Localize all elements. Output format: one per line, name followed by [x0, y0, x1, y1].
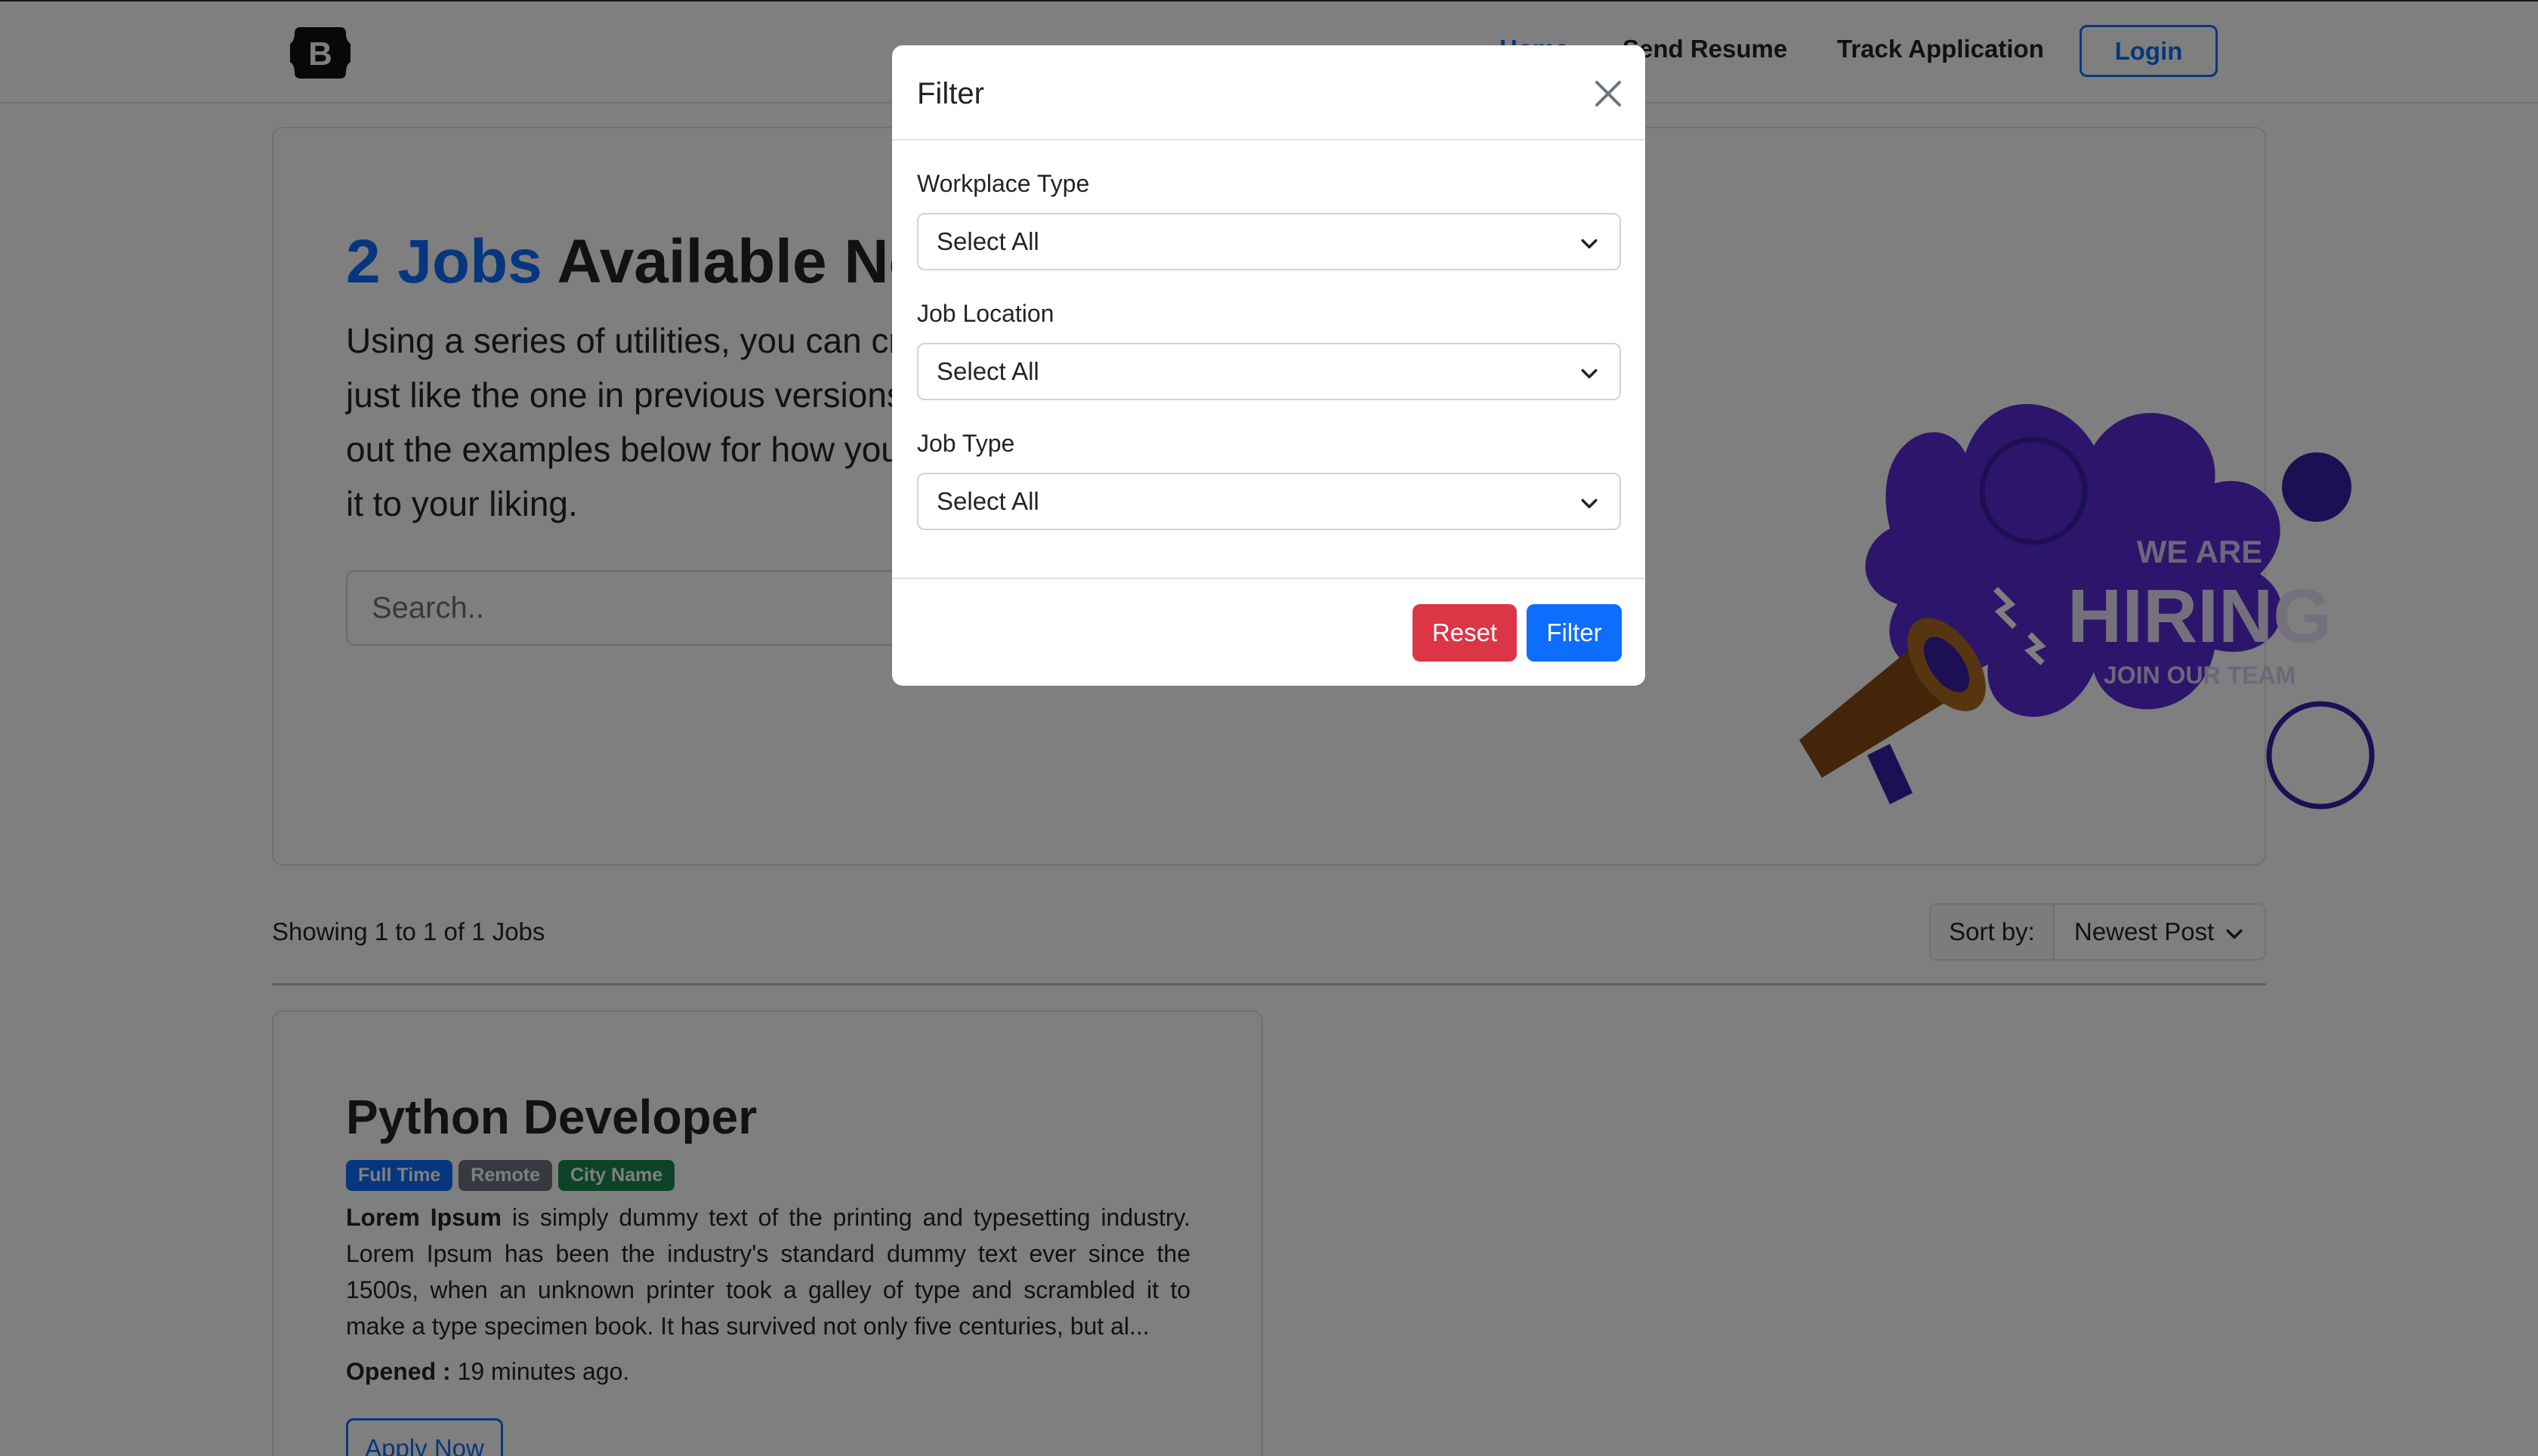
- close-button[interactable]: [1592, 77, 1625, 110]
- modal-footer: Reset Filter: [892, 578, 1645, 686]
- job-location-value: Select All: [937, 357, 1039, 385]
- job-location-select[interactable]: Select All: [917, 343, 1621, 400]
- modal-header: Filter: [892, 45, 1645, 140]
- chevron-down-icon: [1581, 498, 1598, 508]
- modal-title: Filter: [917, 77, 984, 110]
- chevron-down-icon: [1581, 239, 1598, 248]
- close-icon: [1595, 81, 1621, 106]
- reset-button[interactable]: Reset: [1413, 604, 1517, 662]
- filter-button[interactable]: Filter: [1527, 604, 1622, 662]
- job-location-label: Job Location: [917, 300, 1054, 327]
- job-type-select[interactable]: Select All: [917, 473, 1621, 530]
- job-type-label: Job Type: [917, 430, 1015, 457]
- chevron-down-icon: [1581, 369, 1598, 378]
- job-type-value: Select All: [937, 487, 1039, 515]
- filter-modal: Filter Workplace Type Select All Job Loc…: [892, 45, 1645, 686]
- workplace-type-label: Workplace Type: [917, 170, 1090, 197]
- workplace-type-select[interactable]: Select All: [917, 213, 1621, 270]
- workplace-type-value: Select All: [937, 227, 1039, 255]
